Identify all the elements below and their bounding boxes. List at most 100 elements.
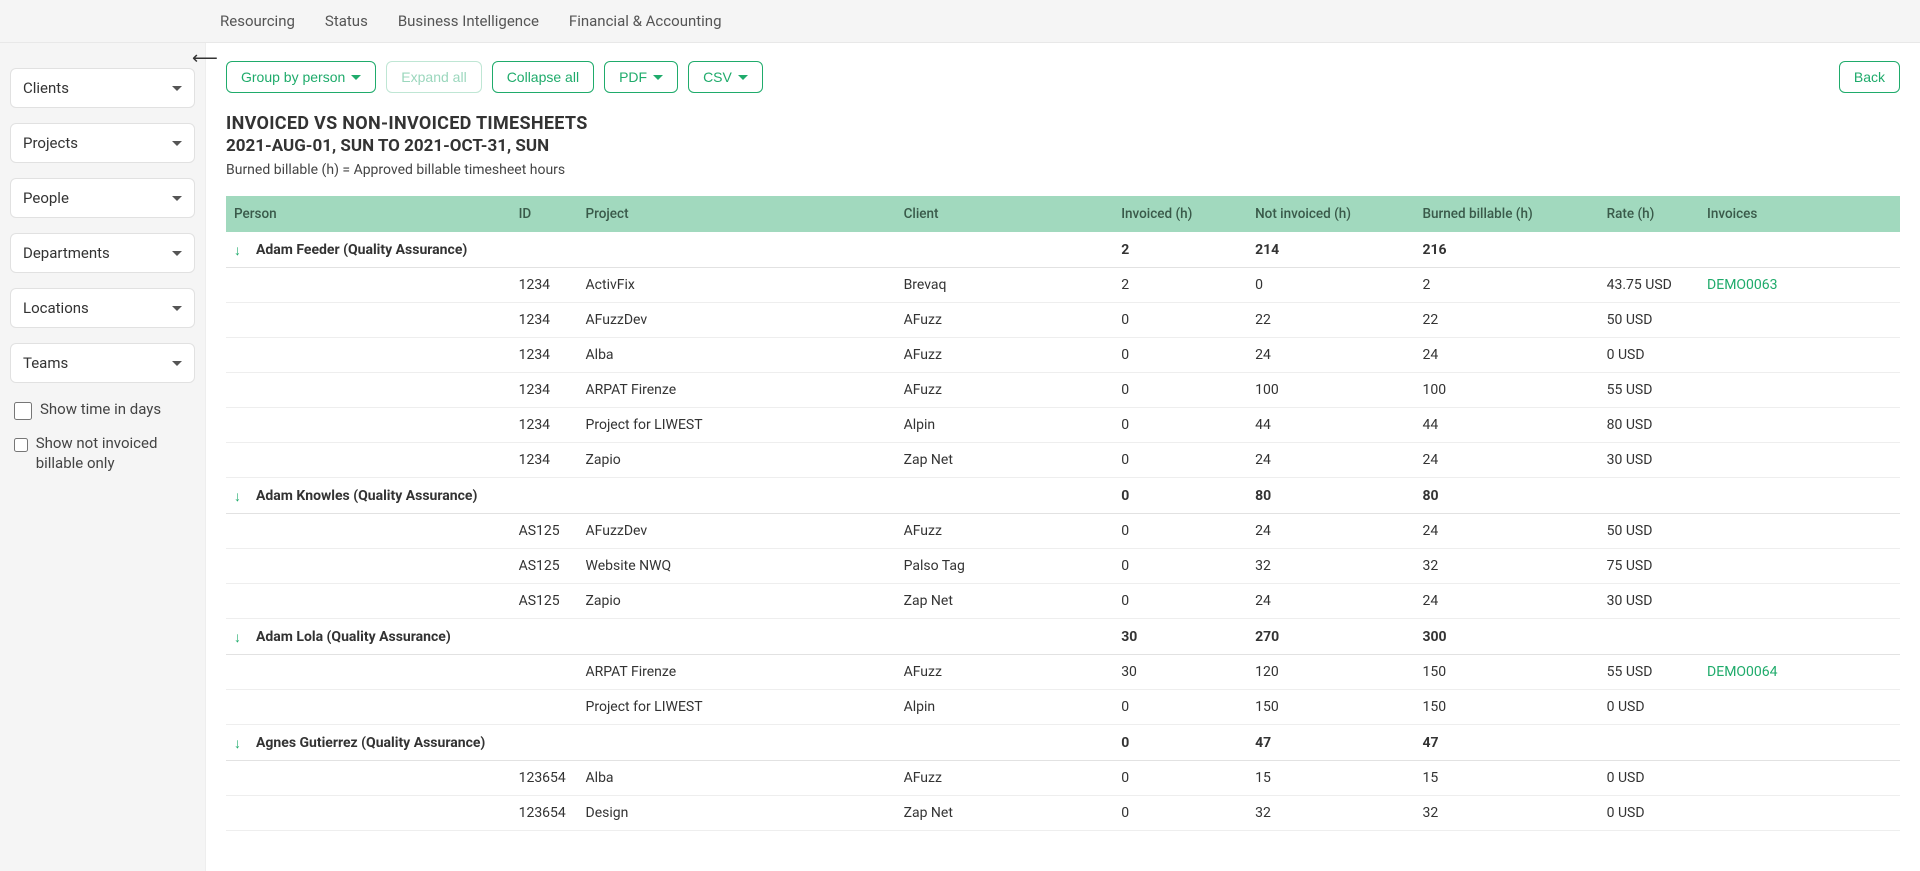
cell-burned: 100 (1414, 373, 1598, 408)
cell-invoice (1699, 338, 1900, 373)
back-button[interactable]: Back (1839, 61, 1900, 93)
filter-label: People (23, 189, 69, 207)
cell-client: AFuzz (896, 338, 1114, 373)
group-invoiced: 30 (1113, 619, 1247, 655)
cell-invoiced: 0 (1113, 584, 1247, 619)
show-not-invoiced-billable-only-checkbox[interactable] (14, 436, 28, 454)
cell-burned: 150 (1414, 690, 1598, 725)
checkbox-label[interactable]: Show time in days (40, 400, 161, 420)
cell-rate: 30 USD (1599, 443, 1699, 478)
cell-invoiced: 30 (1113, 655, 1247, 690)
cell-rate: 55 USD (1599, 655, 1699, 690)
col-not-invoiced[interactable]: Not invoiced (h) (1247, 196, 1414, 232)
button-label: Expand all (401, 69, 466, 85)
invoice-link[interactable]: DEMO0063 (1707, 277, 1777, 293)
cell-burned: 24 (1414, 514, 1598, 549)
collapse-sidebar-icon[interactable]: ⟵ (192, 48, 218, 69)
cell-project: Zapio (578, 584, 896, 619)
pdf-button[interactable]: PDF (604, 61, 678, 93)
col-invoiced[interactable]: Invoiced (h) (1113, 196, 1247, 232)
group-row[interactable]: ↓Adam Lola (Quality Assurance)30270300 (226, 619, 1900, 655)
col-person[interactable]: Person (226, 196, 511, 232)
collapse-icon[interactable]: ↓ (234, 488, 246, 505)
col-client[interactable]: Client (896, 196, 1114, 232)
group-invoiced: 0 (1113, 725, 1247, 761)
cell-not-invoiced: 24 (1247, 443, 1414, 478)
cell-not-invoiced: 100 (1247, 373, 1414, 408)
chevron-down-icon (351, 75, 361, 80)
cell-burned: 2 (1414, 268, 1598, 303)
table-row: 1234ZapioZap Net0242430 USD (226, 443, 1900, 478)
chevron-down-icon (738, 75, 748, 80)
cell-project: Project for LIWEST (578, 408, 896, 443)
collapse-icon[interactable]: ↓ (234, 629, 246, 646)
cell-client: AFuzz (896, 373, 1114, 408)
cell-not-invoiced: 24 (1247, 584, 1414, 619)
cell-invoiced: 2 (1113, 268, 1247, 303)
top-nav: Resourcing Status Business Intelligence … (0, 0, 1920, 43)
show-time-in-days-checkbox[interactable] (14, 402, 32, 420)
filter-locations[interactable]: Locations (10, 288, 195, 328)
cell-invoice (1699, 514, 1900, 549)
cell-rate: 80 USD (1599, 408, 1699, 443)
cell-id: 1234 (511, 408, 578, 443)
nav-financial-accounting[interactable]: Financial & Accounting (569, 12, 722, 30)
group-invoiced: 2 (1113, 232, 1247, 268)
invoice-link[interactable]: DEMO0064 (1707, 664, 1777, 680)
cell-invoice (1699, 690, 1900, 725)
cell-not-invoiced: 44 (1247, 408, 1414, 443)
cell-client: Zap Net (896, 796, 1114, 831)
filter-people[interactable]: People (10, 178, 195, 218)
cell-client: AFuzz (896, 655, 1114, 690)
group-row[interactable]: ↓Adam Feeder (Quality Assurance)2214216 (226, 232, 1900, 268)
checkbox-label[interactable]: Show not invoiced billable only (36, 434, 191, 473)
cell-not-invoiced: 24 (1247, 514, 1414, 549)
cell-not-invoiced: 120 (1247, 655, 1414, 690)
col-project[interactable]: Project (578, 196, 896, 232)
group-not-invoiced: 270 (1247, 619, 1414, 655)
nav-resourcing[interactable]: Resourcing (220, 12, 295, 30)
button-label: PDF (619, 69, 647, 85)
csv-button[interactable]: CSV (688, 61, 763, 93)
chevron-down-icon (172, 86, 182, 91)
filter-teams[interactable]: Teams (10, 343, 195, 383)
group-burned: 47 (1414, 725, 1598, 761)
cell-invoice (1699, 373, 1900, 408)
table-row: AS125ZapioZap Net0242430 USD (226, 584, 1900, 619)
cell-id (511, 690, 578, 725)
collapse-all-button[interactable]: Collapse all (492, 61, 594, 93)
col-invoices[interactable]: Invoices (1699, 196, 1900, 232)
group-by-button[interactable]: Group by person (226, 61, 376, 93)
cell-burned: 32 (1414, 549, 1598, 584)
filter-departments[interactable]: Departments (10, 233, 195, 273)
cell-invoiced: 0 (1113, 796, 1247, 831)
cell-client: AFuzz (896, 303, 1114, 338)
group-row[interactable]: ↓Adam Knowles (Quality Assurance)08080 (226, 478, 1900, 514)
group-not-invoiced: 214 (1247, 232, 1414, 268)
cell-invoiced: 0 (1113, 338, 1247, 373)
nav-business-intelligence[interactable]: Business Intelligence (398, 12, 539, 30)
cell-invoice: DEMO0063 (1699, 268, 1900, 303)
collapse-icon[interactable]: ↓ (234, 735, 246, 752)
group-row[interactable]: ↓Agnes Gutierrez (Quality Assurance)0474… (226, 725, 1900, 761)
collapse-icon[interactable]: ↓ (234, 242, 246, 259)
cell-invoice (1699, 584, 1900, 619)
cell-id: 1234 (511, 268, 578, 303)
cell-project: ARPAT Firenze (578, 655, 896, 690)
cell-id: 123654 (511, 761, 578, 796)
toolbar: Group by person Expand all Collapse all … (226, 61, 1900, 93)
sidebar: Clients Projects People Departments Loca… (0, 43, 205, 871)
col-rate[interactable]: Rate (h) (1599, 196, 1699, 232)
col-id[interactable]: ID (511, 196, 578, 232)
filter-projects[interactable]: Projects (10, 123, 195, 163)
col-burned[interactable]: Burned billable (h) (1414, 196, 1598, 232)
filter-clients[interactable]: Clients (10, 68, 195, 108)
table-row: 1234ARPAT FirenzeAFuzz010010055 USD (226, 373, 1900, 408)
expand-all-button[interactable]: Expand all (386, 61, 481, 93)
chevron-down-icon (172, 306, 182, 311)
nav-status[interactable]: Status (325, 12, 368, 30)
group-burned: 80 (1414, 478, 1598, 514)
cell-id: 1234 (511, 443, 578, 478)
person-name: Adam Knowles (Quality Assurance) (256, 488, 477, 504)
cell-id: AS125 (511, 549, 578, 584)
